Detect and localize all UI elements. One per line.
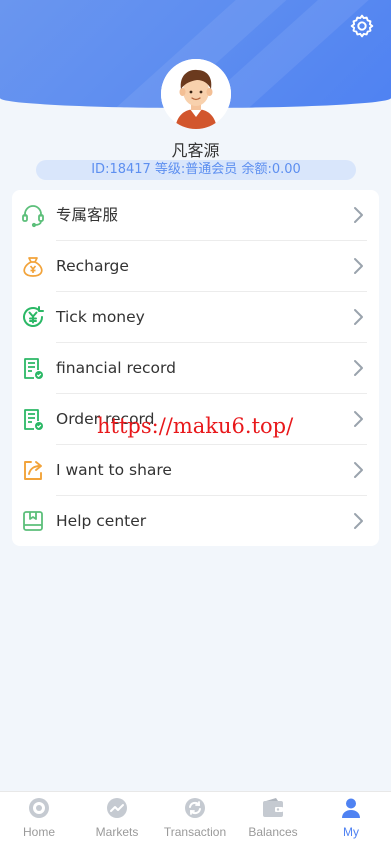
markets-icon (107, 798, 127, 818)
tab-label: Balances (248, 825, 298, 839)
tab-transaction[interactable]: Transaction (156, 792, 234, 842)
document-check-icon (24, 358, 43, 379)
money-bag-icon (23, 257, 43, 277)
user-icon (342, 798, 360, 818)
watermark-url: https://maku6.top/ (97, 414, 294, 438)
menu-item-customer-service[interactable]: 专属客服 (12, 190, 379, 241)
yen-coin-icon (23, 306, 44, 327)
menu-item-label: 专属客服 (56, 206, 119, 224)
tab-balances[interactable]: Balances (234, 792, 312, 842)
menu-item-label: Tick money (56, 308, 145, 326)
chevron-right-icon (354, 462, 363, 478)
chevron-right-icon (354, 513, 363, 529)
menu-card: 专属客服 Recharge Tick money financial recor… (12, 190, 379, 546)
tab-markets[interactable]: Markets (78, 792, 156, 842)
chevron-right-icon (354, 411, 363, 427)
chevron-right-icon (354, 207, 363, 223)
transaction-icon (185, 798, 205, 818)
username: 凡客源 (171, 141, 220, 160)
book-icon (23, 511, 43, 531)
chevron-right-icon (354, 309, 363, 325)
menu-item-help-center[interactable]: Help center (12, 496, 379, 547)
menu-item-share[interactable]: I want to share (12, 445, 379, 496)
tab-home[interactable]: Home (0, 792, 78, 842)
account-info-badge: ID:18417 等级:普通会员 余额:0.00 (36, 160, 356, 180)
menu-item-label: Recharge (56, 257, 129, 275)
menu-item-label: I want to share (56, 461, 172, 479)
avatar-illustration (161, 59, 231, 129)
menu-item-recharge[interactable]: Recharge (12, 241, 379, 292)
menu-item-tick-money[interactable]: Tick money (12, 292, 379, 343)
bottom-tab-bar: Home Markets Transaction Balances My (0, 791, 391, 842)
tab-label: Transaction (163, 825, 227, 839)
wallet-icon (263, 798, 283, 817)
tab-my[interactable]: My (312, 792, 390, 842)
tab-label: My (343, 825, 359, 839)
avatar[interactable] (161, 59, 231, 129)
chevron-right-icon (354, 360, 363, 376)
gear-icon[interactable] (349, 13, 375, 39)
headset-icon (22, 205, 44, 228)
menu-item-label: financial record (56, 359, 176, 377)
share-icon (24, 461, 42, 480)
chevron-right-icon (354, 258, 363, 274)
tab-label: Home (22, 825, 55, 839)
menu-item-financial-record[interactable]: financial record (12, 343, 379, 394)
menu-item-label: Help center (56, 512, 147, 530)
document-check-icon (24, 409, 43, 430)
tab-label: Markets (95, 825, 139, 839)
home-icon (29, 798, 49, 818)
